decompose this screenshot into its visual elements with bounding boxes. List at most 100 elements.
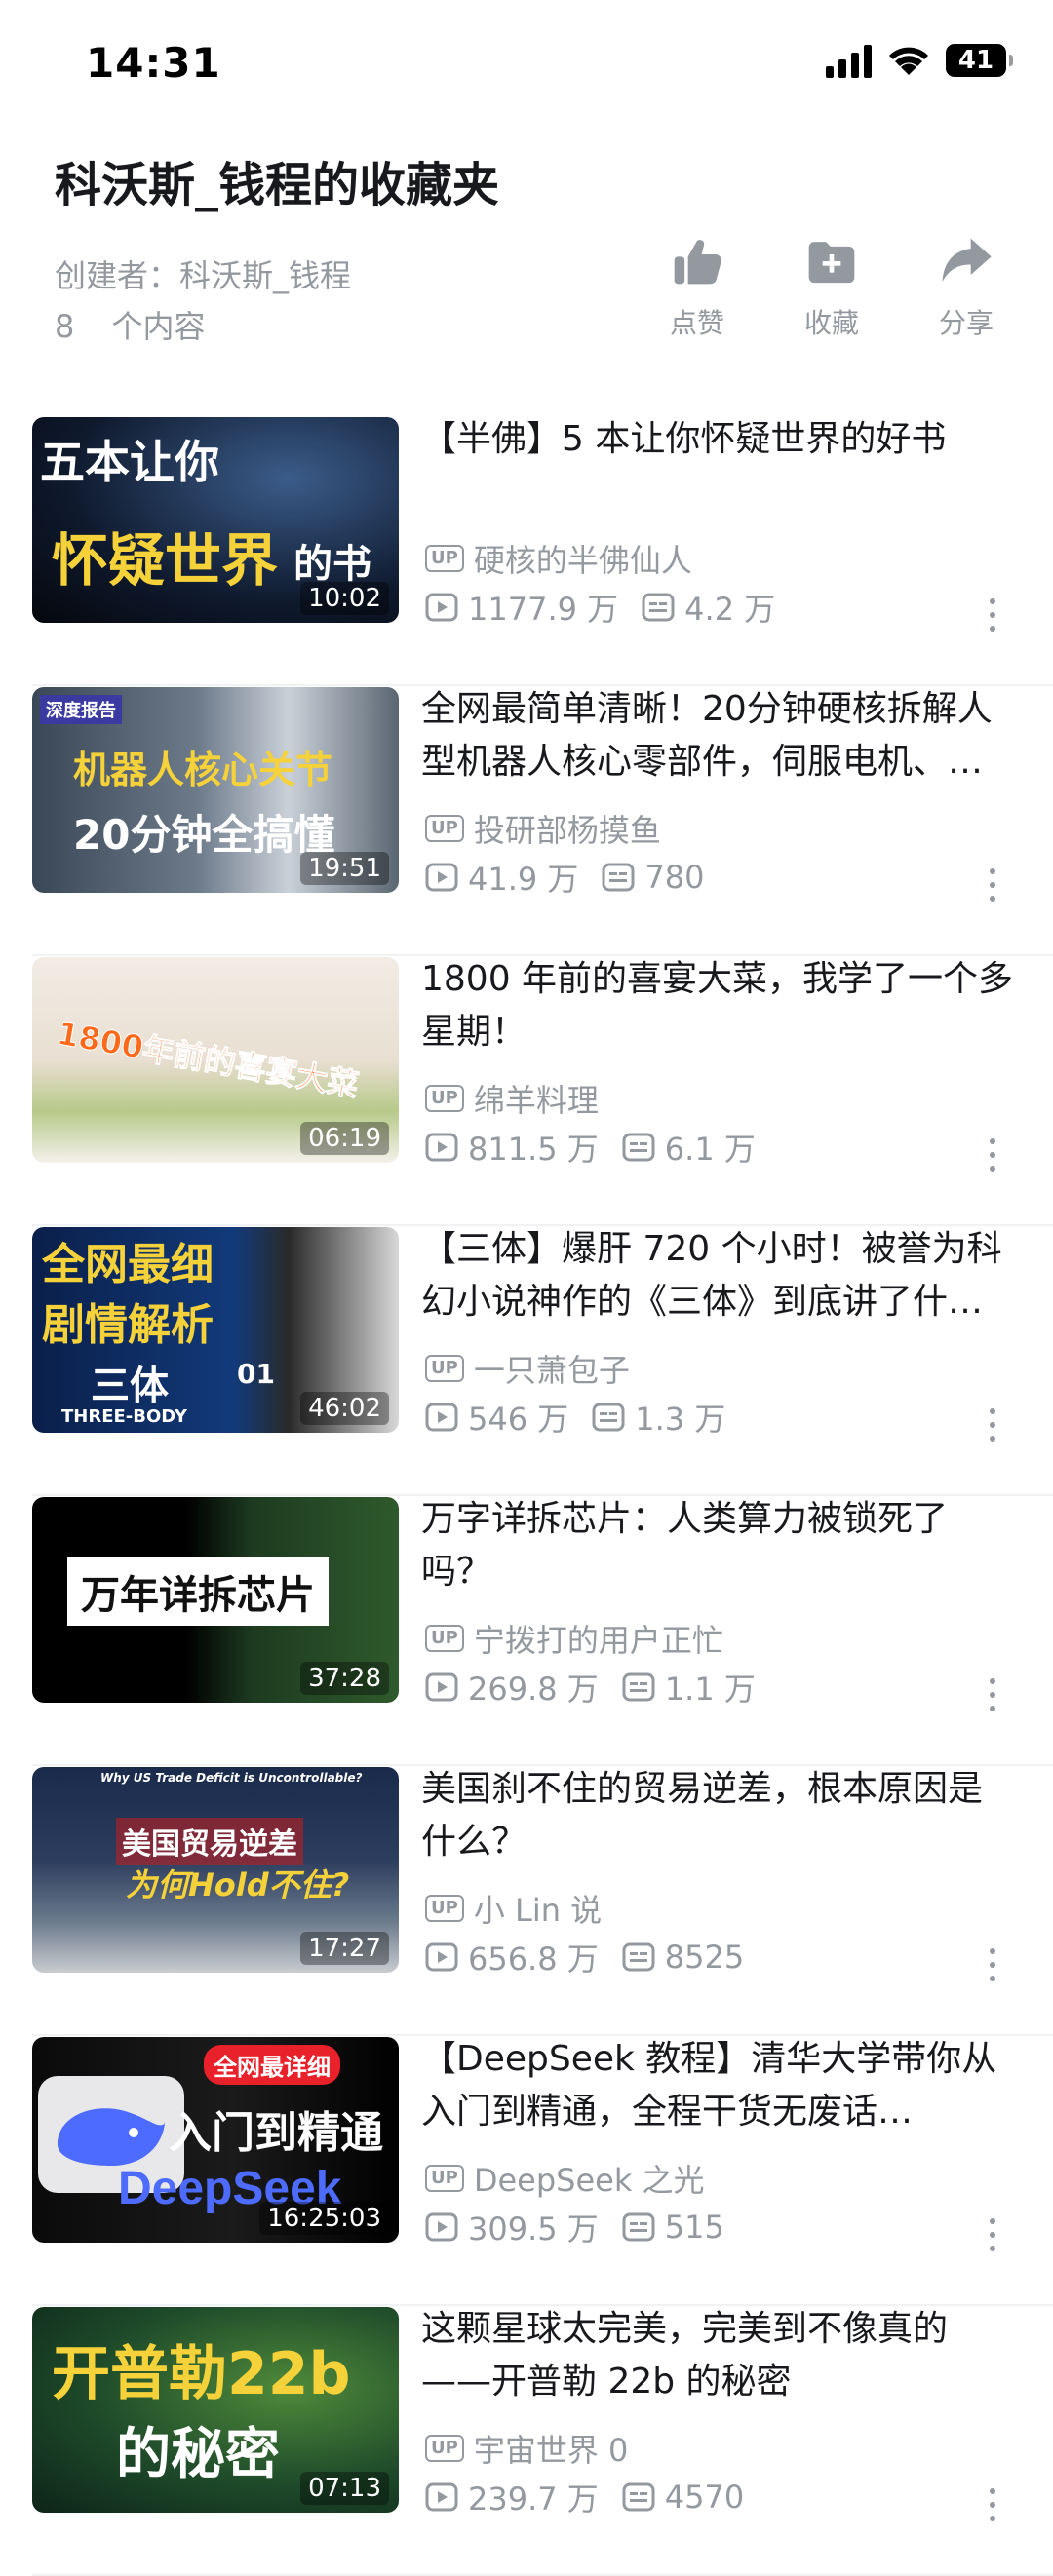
video-item[interactable]: 全网最详细 入门到精通 DeepSeek 16:25:03 【DeepSeek … <box>0 2037 1053 2306</box>
favorite-button[interactable]: 收藏 <box>778 234 885 341</box>
danmaku-icon <box>602 863 635 892</box>
danmaku-count: 515 <box>664 2209 724 2246</box>
more-options-icon[interactable] <box>989 868 996 907</box>
more-options-icon[interactable] <box>989 2218 996 2257</box>
content-count-number: 8 <box>55 308 75 345</box>
video-title[interactable]: 【半佛】5 本让你怀疑世界的好书 <box>421 413 1016 466</box>
more-options-icon[interactable] <box>989 598 996 637</box>
video-thumbnail[interactable]: 全网最细 剧情解析 三体 01 THREE-BODY 46:02 <box>32 1227 399 1433</box>
video-title[interactable]: 美国刹不住的贸易逆差，根本原因是什么？ <box>421 1763 1016 1868</box>
video-item[interactable]: 五本让你 怀疑世界 的书 10:02 【半佛】5 本让你怀疑世界的好书 UP 硬… <box>0 417 1053 686</box>
play-count-icon <box>425 1672 458 1702</box>
page-title: 科沃斯_钱程的收藏夹 <box>55 158 500 212</box>
play-count-icon <box>425 2482 458 2512</box>
view-count: 546 万 <box>468 1401 569 1438</box>
thumbnail-caption: 机器人核心关节 <box>73 749 333 791</box>
uploader-name: 绵羊料理 <box>473 1082 599 1119</box>
play-count-icon <box>425 2212 458 2242</box>
video-uploader[interactable]: UP 硬核的半佛仙人 <box>425 536 692 581</box>
share-button[interactable]: 分享 <box>913 234 1020 341</box>
video-title[interactable]: 这颗星球太完美，完美到不像真的——开普勒 22b 的秘密 <box>421 2303 1016 2408</box>
like-button[interactable]: 点赞 <box>644 234 751 341</box>
video-item[interactable]: 深度报告 机器人核心关节 20分钟全搞懂 19:51 全网最简单清晰！20分钟硬… <box>0 687 1053 956</box>
more-options-icon[interactable] <box>989 1408 996 1447</box>
thumbnail-caption: 怀疑世界 <box>52 527 279 594</box>
video-duration: 17:27 <box>300 1932 389 1965</box>
share-label: 分享 <box>938 307 994 339</box>
view-count: 239.7 万 <box>468 2480 599 2518</box>
video-title[interactable]: 1800 年前的喜宴大菜，我学了一个多星期！ <box>421 953 1016 1058</box>
video-thumbnail[interactable]: Why US Trade Deficit is Uncontrollable? … <box>32 1767 399 1973</box>
video-thumbnail[interactable]: 万年详拆芯片 37:28 <box>32 1497 399 1703</box>
video-uploader[interactable]: UP 一只萧包子 <box>425 1346 630 1391</box>
thumbnail-caption: 20分钟全搞懂 <box>73 811 335 859</box>
uploader-name: 硬核的半佛仙人 <box>473 542 692 579</box>
danmaku-count: 780 <box>644 859 705 896</box>
video-item[interactable]: 万年详拆芯片 37:28 万字详拆芯片：人类算力被锁死了吗？ UP 宁拨打的用户… <box>0 1497 1053 1766</box>
video-uploader[interactable]: UP DeepSeek 之光 <box>425 2156 705 2201</box>
view-count: 811.5 万 <box>468 1131 599 1168</box>
danmaku-icon <box>622 1672 655 1702</box>
video-item[interactable]: 1800年前的喜宴大菜 06:19 1800 年前的喜宴大菜，我学了一个多星期！… <box>0 957 1053 1226</box>
thumbnail-caption: 01 <box>237 1358 275 1390</box>
folder-add-icon <box>808 242 855 284</box>
video-thumbnail[interactable]: 全网最详细 入门到精通 DeepSeek 16:25:03 <box>32 2037 399 2243</box>
thumbnail-caption: 剧情解析 <box>42 1300 214 1350</box>
view-count: 41.9 万 <box>468 861 579 898</box>
video-thumbnail[interactable]: 1800年前的喜宴大菜 06:19 <box>32 957 399 1163</box>
video-stats: 546 万 1.3 万 <box>425 1395 749 1440</box>
video-uploader[interactable]: UP 宇宙世界 0 <box>425 2426 628 2471</box>
more-options-icon[interactable] <box>989 1678 996 1717</box>
uploader-name: 小 Lin 说 <box>473 1892 603 1929</box>
more-options-icon[interactable] <box>989 1948 996 1987</box>
video-stats: 656.8 万 8525 <box>425 1935 767 1980</box>
video-title[interactable]: 【DeepSeek 教程】清华大学带你从入门到精通，全程干货无废话… <box>421 2033 1016 2138</box>
thumbnail-caption: 三体 <box>91 1364 169 1408</box>
video-uploader[interactable]: UP 宁拨打的用户正忙 <box>425 1616 723 1661</box>
video-title[interactable]: 【三体】爆肝 720 个小时！被誉为科幻小说神作的《三体》到底讲了什么？ <box>421 1223 1016 1328</box>
thumbnail-caption: 入门到精通 <box>169 2108 383 2158</box>
up-badge-icon: UP <box>425 1085 464 1112</box>
video-duration: 19:51 <box>300 852 389 885</box>
danmaku-count: 8525 <box>664 1939 745 1976</box>
video-thumbnail[interactable]: 开普勒22b 的秘密 07:13 <box>32 2307 399 2513</box>
video-stats: 1177.9 万 4.2 万 <box>425 585 799 630</box>
video-item[interactable]: 开普勒22b 的秘密 07:13 这颗星球太完美，完美到不像真的——开普勒 22… <box>0 2307 1053 2576</box>
play-count-icon <box>425 1403 458 1432</box>
thumbnail-caption: 美国贸易逆差 <box>116 1818 303 1865</box>
wifi-icon <box>889 47 928 75</box>
uploader-name: 宇宙世界 0 <box>473 2432 629 2469</box>
view-count: 656.8 万 <box>468 1941 599 1978</box>
battery-icon: 41 <box>946 44 1013 77</box>
status-bar: 14:31 41 <box>0 0 1053 127</box>
battery-level: 41 <box>957 46 994 75</box>
video-item[interactable]: Why US Trade Deficit is Uncontrollable? … <box>0 1767 1053 2036</box>
thumbnail-caption: 五本让你 <box>40 436 219 488</box>
video-title[interactable]: 全网最简单清晰！20分钟硬核拆解人型机器人核心零部件，伺服电机、减速器、滚柱丝杠… <box>421 683 1016 788</box>
like-label: 点赞 <box>669 307 724 339</box>
video-duration: 37:28 <box>300 1662 389 1695</box>
up-badge-icon: UP <box>425 1355 464 1382</box>
video-title[interactable]: 万字详拆芯片：人类算力被锁死了吗？ <box>421 1493 1016 1598</box>
up-badge-icon: UP <box>425 815 464 842</box>
video-item[interactable]: 全网最细 剧情解析 三体 01 THREE-BODY 46:02 【三体】爆肝 … <box>0 1227 1053 1496</box>
video-uploader[interactable]: UP 投研部杨摸鱼 <box>425 806 661 851</box>
danmaku-icon <box>622 1133 655 1162</box>
more-options-icon[interactable] <box>989 1138 996 1177</box>
more-options-icon[interactable] <box>989 2488 996 2527</box>
thumbnail-caption: 全网最细 <box>42 1240 214 1289</box>
video-thumbnail[interactable]: 五本让你 怀疑世界 的书 10:02 <box>32 417 399 623</box>
video-uploader[interactable]: UP 小 Lin 说 <box>425 1886 602 1931</box>
video-duration: 46:02 <box>300 1392 389 1425</box>
uploader-name: 一只萧包子 <box>473 1352 630 1389</box>
video-uploader[interactable]: UP 绵羊料理 <box>425 1076 599 1121</box>
thumbnail-caption: 1800年前的喜宴大菜 <box>54 1015 362 1105</box>
status-icons: 41 <box>826 43 1013 78</box>
danmaku-icon <box>592 1403 625 1432</box>
uploader-name: 宁拨打的用户正忙 <box>473 1622 723 1659</box>
creator-label[interactable]: 创建者：科沃斯_钱程 <box>55 251 351 296</box>
danmaku-count: 4.2 万 <box>684 591 776 628</box>
video-thumbnail[interactable]: 深度报告 机器人核心关节 20分钟全搞懂 19:51 <box>32 687 399 893</box>
view-count: 309.5 万 <box>468 2211 599 2248</box>
thumbnail-caption: THREE-BODY <box>61 1406 187 1427</box>
